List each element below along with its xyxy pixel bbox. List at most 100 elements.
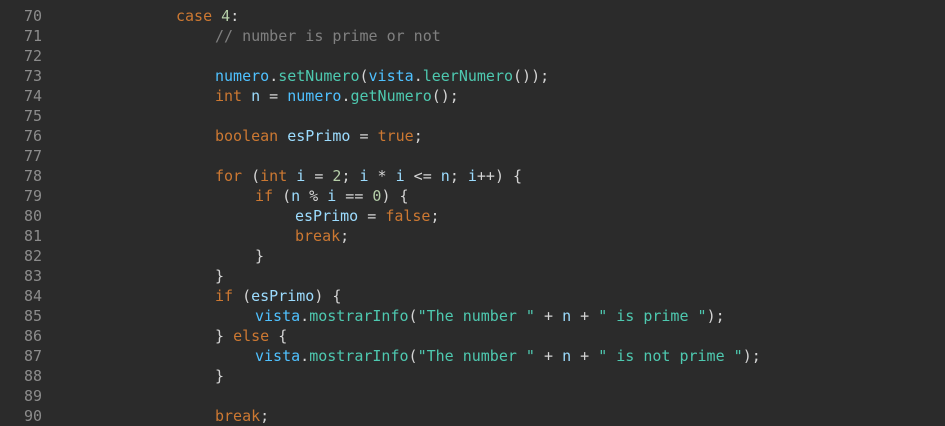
code-token-punct: ()); bbox=[513, 67, 550, 85]
line-number: 90 bbox=[23, 407, 42, 425]
code-token-punct: ; bbox=[260, 407, 270, 425]
code-token-keyword: for bbox=[215, 167, 243, 185]
code-token-op: = bbox=[260, 87, 288, 105]
code-token-op: <= bbox=[404, 167, 441, 185]
code-token-bool: true bbox=[377, 127, 414, 145]
code-line[interactable]: boolean esPrimo = true; bbox=[215, 126, 423, 146]
code-line[interactable]: } bbox=[255, 246, 264, 266]
code-line[interactable]: // number is prime or not bbox=[215, 26, 441, 46]
code-line[interactable]: vista.mostrarInfo("The number " + n + " … bbox=[255, 306, 725, 326]
code-token-comment: // number is prime or not bbox=[215, 27, 441, 45]
code-token-var: n bbox=[291, 187, 301, 205]
code-token-punct: } bbox=[215, 327, 234, 345]
code-token-punct: . bbox=[269, 67, 279, 85]
code-token-punct: } bbox=[215, 267, 225, 285]
code-token-punct: } bbox=[215, 367, 225, 385]
code-token-op: + bbox=[534, 347, 563, 365]
line-number: 70 bbox=[23, 7, 42, 25]
code-token-type: int bbox=[260, 167, 288, 185]
code-token-punct: ) { bbox=[314, 287, 342, 305]
code-token-op: + bbox=[534, 307, 563, 325]
code-token-punct: ; bbox=[341, 167, 360, 185]
code-token-var: i bbox=[395, 167, 405, 185]
code-token-op: + bbox=[571, 307, 599, 325]
code-token-obj: numero bbox=[287, 87, 342, 105]
code-token-punct: . bbox=[300, 307, 310, 325]
code-line[interactable]: vista.mostrarInfo("The number " + n + " … bbox=[255, 346, 761, 366]
code-token-punct: } bbox=[255, 247, 265, 265]
code-token-punct: : bbox=[230, 7, 240, 25]
code-token-var: i bbox=[327, 187, 337, 205]
code-token-punct: ; bbox=[430, 207, 440, 225]
code-token-var: n bbox=[562, 347, 572, 365]
line-number: 85 bbox=[23, 307, 42, 325]
code-token-punct: (); bbox=[431, 87, 459, 105]
line-number: 75 bbox=[23, 107, 42, 125]
code-line[interactable]: } bbox=[215, 366, 224, 386]
code-line[interactable]: int n = numero.getNumero(); bbox=[215, 86, 459, 106]
code-token-var: n bbox=[251, 87, 261, 105]
code-line[interactable]: if (n % i == 0) { bbox=[255, 186, 409, 206]
code-token-punct: . bbox=[300, 347, 310, 365]
code-token-punct: ( bbox=[273, 187, 292, 205]
code-token-keyword: if bbox=[255, 187, 274, 205]
code-area[interactable]: case 4:// number is prime or not numero.s… bbox=[56, 0, 945, 426]
code-line[interactable]: } bbox=[215, 266, 224, 286]
line-number: 86 bbox=[23, 327, 42, 345]
code-token-var: n bbox=[440, 167, 450, 185]
line-number: 76 bbox=[23, 127, 42, 145]
line-number: 79 bbox=[23, 187, 42, 205]
code-token-keyword: if bbox=[215, 287, 234, 305]
code-token-keyword: break bbox=[215, 407, 261, 425]
code-token-punct bbox=[242, 87, 251, 105]
code-token-punct: ( bbox=[242, 167, 261, 185]
code-token-op: = bbox=[350, 127, 378, 145]
code-token-punct: ( bbox=[408, 347, 418, 365]
code-token-op: = bbox=[305, 167, 333, 185]
code-token-punct: ); bbox=[706, 307, 725, 325]
code-token-type: boolean bbox=[215, 127, 279, 145]
code-token-op: * bbox=[368, 167, 396, 185]
line-number: 78 bbox=[23, 167, 42, 185]
code-token-punct: ; bbox=[413, 127, 423, 145]
code-token-method: leerNumero bbox=[422, 67, 514, 85]
code-token-punct: { bbox=[269, 327, 288, 345]
line-number: 80 bbox=[23, 207, 42, 225]
code-token-obj: numero bbox=[215, 67, 270, 85]
code-token-var: i bbox=[467, 167, 477, 185]
line-number: 83 bbox=[23, 267, 42, 285]
code-token-punct: . bbox=[413, 67, 423, 85]
code-token-punct bbox=[287, 167, 296, 185]
code-token-var: i bbox=[359, 167, 369, 185]
code-token-string: "The number " bbox=[417, 347, 535, 365]
code-token-op: % bbox=[300, 187, 328, 205]
code-line[interactable]: case 4: bbox=[176, 6, 239, 26]
code-line[interactable]: for (int i = 2; i * i <= n; i++) { bbox=[215, 166, 522, 186]
line-number: 73 bbox=[23, 67, 42, 85]
code-token-keyword: case bbox=[176, 7, 213, 25]
code-token-obj: vista bbox=[368, 67, 414, 85]
code-line[interactable]: break; bbox=[295, 226, 349, 246]
code-token-keyword: break bbox=[295, 227, 341, 245]
line-number: 77 bbox=[23, 147, 42, 165]
line-number: 82 bbox=[23, 247, 42, 265]
line-number: 89 bbox=[23, 387, 42, 405]
code-token-string: " is not prime " bbox=[598, 347, 743, 365]
code-token-method: getNumero bbox=[350, 87, 432, 105]
code-editor[interactable]: 70 71 72 73 74 75 76 77 78 79 80 81 82 83 84 85 86 87 88 89… bbox=[0, 0, 945, 426]
code-token-string: " is prime " bbox=[598, 307, 707, 325]
code-token-var: esPrimo bbox=[251, 287, 315, 305]
code-token-punct: ++) { bbox=[476, 167, 523, 185]
line-number: 87 bbox=[23, 347, 42, 365]
line-number: 81 bbox=[23, 227, 42, 245]
code-line[interactable]: numero.setNumero(vista.leerNumero()); bbox=[215, 66, 549, 86]
code-token-punct: ; bbox=[449, 167, 468, 185]
code-line[interactable]: } else { bbox=[215, 326, 287, 346]
code-line[interactable]: if (esPrimo) { bbox=[215, 286, 341, 306]
code-token-obj: vista bbox=[255, 307, 301, 325]
code-line[interactable]: break; bbox=[215, 406, 269, 426]
code-token-punct: ; bbox=[340, 227, 350, 245]
code-line[interactable]: esPrimo = false; bbox=[295, 206, 440, 226]
code-token-var: esPrimo bbox=[295, 207, 359, 225]
code-token-method: setNumero bbox=[278, 67, 360, 85]
